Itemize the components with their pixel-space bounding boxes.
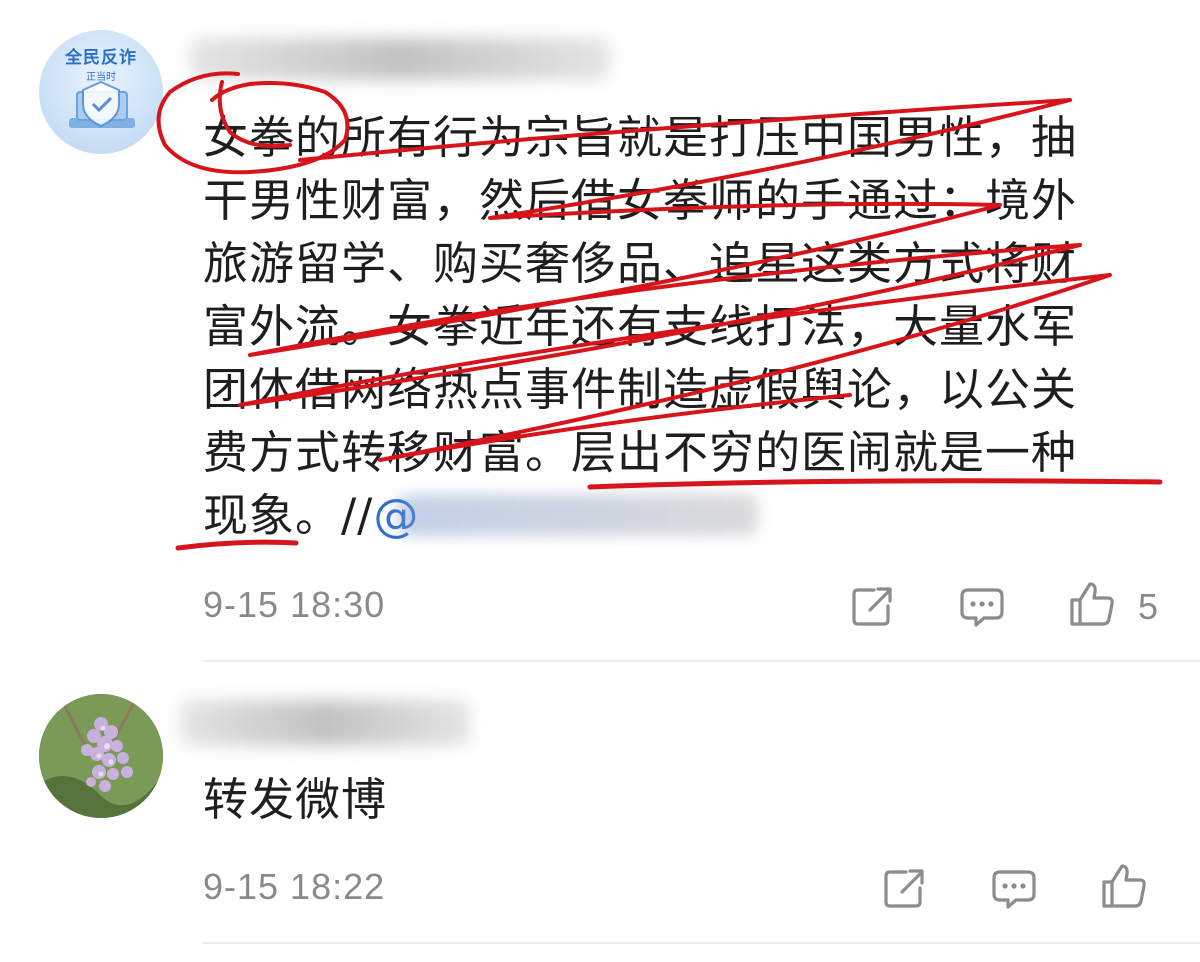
comment-line: 旅游留学、购买奢侈品、追星这类方式将财 [203, 237, 1078, 290]
comment-icon[interactable] [990, 864, 1038, 912]
avatar[interactable] [39, 694, 163, 818]
timestamp: 9-15 18:22 [203, 866, 386, 907]
mention-username-blurred[interactable] [398, 494, 758, 536]
divider [203, 942, 1200, 944]
comment-line-text: 现象。// [203, 489, 374, 542]
comment-line: 干男性财富，然后借女拳师的手通过：境外 [203, 174, 1078, 227]
timestamp: 9-15 18:30 [203, 584, 386, 625]
username-blurred[interactable] [180, 700, 470, 746]
comment-line: 费方式转移财富。层出不穷的医闹就是一种 [203, 426, 1078, 479]
thumbs-up-icon[interactable] [1068, 580, 1116, 628]
flower-photo [39, 694, 163, 818]
comment-body: 女拳的所有行为宗旨就是打压中国男性，抽 干男性财富，然后借女拳师的手通过：境外 … [203, 106, 1168, 547]
like-count: 5 [1138, 586, 1159, 627]
avatar[interactable]: 全民反诈 正当时 [39, 30, 163, 154]
share-icon[interactable] [880, 864, 928, 912]
share-icon[interactable] [848, 582, 896, 630]
comment-line: 女拳的所有行为宗旨就是打压中国男性，抽 [203, 111, 1078, 164]
username-blurred[interactable] [190, 38, 610, 80]
comment-line: 富外流。女拳近年还有支线打法，大量水军 [203, 300, 1078, 353]
comment-line: 团体借网络热点事件制造虚假舆论，以公关 [203, 363, 1078, 416]
comment-icon[interactable] [958, 582, 1006, 630]
comment-body: 转发微博 [203, 773, 388, 826]
divider [203, 660, 1200, 662]
shield-laptop-icon [69, 80, 135, 128]
thumbs-up-icon[interactable] [1100, 862, 1148, 910]
